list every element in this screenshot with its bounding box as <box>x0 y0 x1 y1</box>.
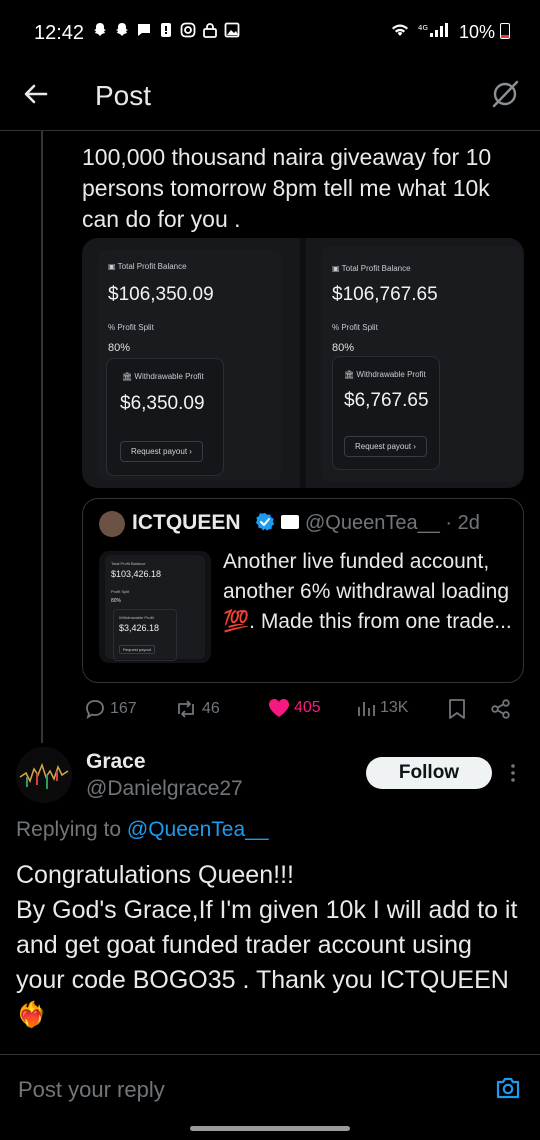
instagram-icon <box>180 22 196 38</box>
repost-count: 46 <box>202 700 220 717</box>
grok-icon[interactable] <box>490 79 520 109</box>
reply-composer-input[interactable] <box>16 1072 480 1108</box>
replying-prefix: Replying to <box>16 818 122 841</box>
reply-text: Congratulations Queen!!! By God's Grace,… <box>16 861 518 1029</box>
thread-connector-line <box>41 131 43 743</box>
reply-count: 167 <box>110 700 137 717</box>
repost-icon <box>174 698 198 720</box>
split-label: % Profit Split <box>332 323 378 332</box>
reply-author-name[interactable]: Grace <box>86 750 146 774</box>
balance-label: Total Profit Balance <box>341 264 411 273</box>
battery-indicator: 10% <box>459 22 510 43</box>
camera-icon[interactable] <box>494 1074 522 1102</box>
back-arrow-icon[interactable] <box>22 80 50 108</box>
withdrawable-value: $6,767.65 <box>344 390 429 411</box>
quote-author-handle: @QueenTea__ · 2d <box>305 512 480 534</box>
balance-label: Total Profit Balance <box>117 262 187 271</box>
wallet-icon: ▣ Total Profit Balance <box>108 262 187 271</box>
media-image-2[interactable]: ▣ Total Profit Balance $106,767.65 % Pro… <box>306 238 524 488</box>
share-icon <box>490 698 512 720</box>
svg-text:4G: 4G <box>418 24 428 32</box>
snapchat-icon <box>114 22 130 38</box>
image-icon <box>224 22 240 38</box>
reply-author-handle[interactable]: @Danielgrace27 <box>86 777 243 801</box>
withdrawable-value: $6,350.09 <box>120 393 205 414</box>
split-value: 80% <box>108 342 131 354</box>
replying-mention-link[interactable]: @QueenTea__ <box>127 818 269 841</box>
share-action[interactable] <box>490 698 512 720</box>
alert-icon <box>158 22 174 38</box>
quote-text: Another live funded account, another 6% … <box>223 550 512 633</box>
avatar[interactable] <box>16 747 72 803</box>
wallet-icon: ▣ Total Profit Balance <box>332 264 411 273</box>
affiliate-badge-icon <box>281 515 299 529</box>
thumb-split: 80% <box>111 598 122 604</box>
reply-action[interactable]: 167 <box>84 698 137 720</box>
quoted-post[interactable]: ICTQUEEN @QueenTea__ · 2d Total Profit B… <box>82 498 524 683</box>
balance-value: $106,350.09 <box>108 284 214 305</box>
post-actions: 167 46 405 13K <box>82 696 522 726</box>
repost-action[interactable]: 46 <box>174 698 220 720</box>
request-payout-button: Request payout › <box>344 436 427 457</box>
like-action[interactable]: 405 <box>268 698 321 718</box>
withdrawable-label: 🏛 Withdrawable Profit <box>344 370 426 379</box>
message-icon <box>136 22 152 38</box>
thumb-split-label: Profit Split <box>111 589 130 594</box>
verified-badge-icon <box>255 512 275 532</box>
signal-area: 4G <box>390 22 448 43</box>
lock-icon <box>202 22 218 38</box>
follow-button[interactable]: Follow <box>366 757 492 789</box>
analytics-icon <box>356 698 376 718</box>
wifi-icon <box>390 22 410 43</box>
top-app-bar: Post <box>0 62 540 131</box>
composer-divider <box>0 1054 540 1055</box>
notification-icons <box>92 22 240 38</box>
request-payout-button: Request payout › <box>120 441 203 462</box>
thumb-balance-label: Total Profit Balance <box>111 561 146 566</box>
balance-value: $106,767.65 <box>332 284 438 305</box>
views-count: 13K <box>380 699 409 716</box>
thumb-withdrawable: $3,426.18 <box>119 623 160 633</box>
status-time: 12:42 <box>34 22 85 44</box>
split-value: 80% <box>332 342 355 354</box>
battery-level: 10% <box>458 22 495 42</box>
thumb-withdrawable-label: Withdrawable Profit <box>119 615 154 620</box>
media-image-1[interactable]: ▣ Total Profit Balance $106,350.09 % Pro… <box>82 238 300 488</box>
snapchat-icon <box>92 22 108 38</box>
thumb-request-payout: Request payout <box>119 645 156 654</box>
bookmark-action[interactable] <box>448 698 466 720</box>
thumb-balance: $103,426.18 <box>111 569 162 579</box>
reply-icon <box>84 698 106 720</box>
quote-media-thumbnail[interactable]: Total Profit Balance $103,426.18 Profit … <box>99 551 211 663</box>
post-text: 100,000 thousand naira giveaway for 10 p… <box>82 144 492 232</box>
more-options-icon[interactable] <box>506 762 520 784</box>
replying-to: Replying to @QueenTea__ <box>16 818 269 842</box>
signal-icon: 4G <box>418 22 448 43</box>
split-label: % Profit Split <box>108 323 154 332</box>
avatar[interactable] <box>99 511 125 537</box>
quote-author-name: ICTQUEEN <box>132 511 241 534</box>
bookmark-icon <box>448 698 466 720</box>
page-title: Post <box>95 80 152 111</box>
gesture-home-bar[interactable] <box>190 1126 350 1131</box>
post-media[interactable]: ▣ Total Profit Balance $106,350.09 % Pro… <box>82 238 524 488</box>
status-bar: 12:42 4G 10% <box>0 0 540 62</box>
battery-icon <box>500 23 510 39</box>
views-action[interactable]: 13K <box>356 698 408 718</box>
heart-filled-icon <box>268 698 290 718</box>
withdrawable-label: 🏛 Withdrawable Profit <box>122 372 204 381</box>
like-count: 405 <box>294 699 321 716</box>
